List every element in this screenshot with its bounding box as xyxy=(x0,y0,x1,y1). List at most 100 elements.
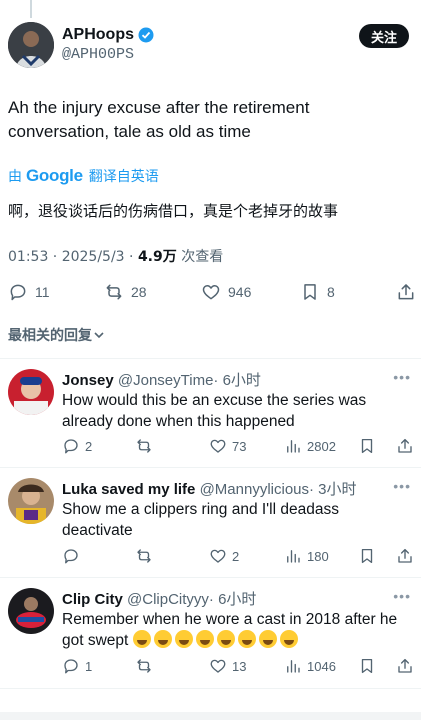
reply-button[interactable]: 1 xyxy=(62,657,92,675)
reply-count: 11 xyxy=(35,284,50,300)
reply-header: Luka saved my life @Mannyylicious· 3小时 xyxy=(62,478,357,499)
reply-text: Show me a clippers ring and I'll deadass… xyxy=(62,501,339,539)
retweet-count: 28 xyxy=(131,284,147,300)
reply-icon xyxy=(64,439,78,454)
reply-author-handle[interactable]: @Mannyylicious xyxy=(200,481,309,498)
reply-item[interactable]: Jonsey @JonseyTime· 6小时 ••• How would th… xyxy=(0,359,421,467)
reply-button[interactable] xyxy=(62,547,85,565)
reply-text: Remember when he wore a cast in 2018 aft… xyxy=(62,609,412,651)
share-icon xyxy=(398,284,414,300)
like-button[interactable]: 73 xyxy=(209,437,246,455)
share-icon xyxy=(398,658,412,673)
translated-text: 啊，退役谈话后的伤病借口，真是个老掉牙的故事 xyxy=(8,202,339,220)
like-button[interactable]: 946 xyxy=(201,282,251,302)
tweet-text: Ah the injury excuse after the retiremen… xyxy=(8,98,310,141)
reply-avatar[interactable] xyxy=(8,478,54,524)
laughing-emoji xyxy=(216,630,235,648)
reply-author-name[interactable]: Jonsey xyxy=(62,372,114,389)
more-icon[interactable]: ••• xyxy=(393,478,411,494)
google-logo: Google xyxy=(26,166,83,185)
verified-badge-icon xyxy=(138,27,154,43)
reply-header: Jonsey @JonseyTime· 6小时 xyxy=(62,369,261,390)
reply-button[interactable]: 11 xyxy=(8,282,50,302)
laughing-emoji xyxy=(195,630,214,648)
laughing-emoji xyxy=(279,630,298,648)
share-button[interactable] xyxy=(396,657,414,675)
retweet-icon xyxy=(106,284,122,300)
bookmark-button[interactable] xyxy=(358,547,376,565)
views-button[interactable]: 2802 xyxy=(284,437,336,455)
reply-item[interactable]: Clip City @ClipCityyy· 6小时 ••• Remember … xyxy=(0,578,421,688)
laughing-emoji xyxy=(153,630,172,648)
reply-button[interactable]: 2 xyxy=(62,437,92,455)
divider xyxy=(0,688,421,689)
reply-avatar[interactable] xyxy=(8,588,54,634)
reply-count: 1 xyxy=(85,658,93,674)
reply-time[interactable]: · 6小时 xyxy=(213,372,261,389)
like-button[interactable]: 2 xyxy=(209,547,239,565)
retweet-icon xyxy=(137,659,151,673)
reply-header: Clip City @ClipCityyy· 6小时 xyxy=(62,588,256,609)
reply-sort-dropdown[interactable]: 最相关的回复 xyxy=(8,325,106,345)
share-button[interactable] xyxy=(396,282,416,302)
reply-actions: 1 13 1046 xyxy=(62,657,414,677)
tweet-time[interactable]: 01:53 · 2025/5/3 · xyxy=(8,249,138,265)
reply-author-name[interactable]: Clip City xyxy=(62,591,123,608)
view-count: 180 xyxy=(307,548,329,564)
reply-icon xyxy=(10,284,26,301)
like-button[interactable]: 13 xyxy=(209,657,246,675)
share-icon xyxy=(398,438,412,453)
bookmark-button[interactable] xyxy=(358,657,376,675)
more-icon[interactable]: ••• xyxy=(393,588,411,604)
views-button[interactable]: 1046 xyxy=(284,657,336,675)
bottom-bar xyxy=(0,712,421,720)
share-button[interactable] xyxy=(396,547,414,565)
reply-time[interactable]: · 6小时 xyxy=(209,591,257,608)
view-label: 次查看 xyxy=(176,249,224,265)
translate-link[interactable]: 由 Google 翻译自英语 xyxy=(8,166,159,186)
thread-line xyxy=(30,0,32,18)
bookmark-count: 8 xyxy=(327,284,335,300)
reply-author-name[interactable]: Luka saved my life xyxy=(62,481,195,498)
laughing-emoji-row xyxy=(132,630,301,649)
reply-item[interactable]: Luka saved my life @Mannyylicious· 3小时 •… xyxy=(0,468,421,577)
like-count: 13 xyxy=(232,658,247,674)
reply-actions: 2 180 xyxy=(62,547,414,567)
heart-icon xyxy=(210,549,226,563)
analytics-icon xyxy=(287,550,300,563)
tweet-actions: 11 28 946 8 xyxy=(8,282,416,304)
views-button[interactable]: 180 xyxy=(284,547,329,565)
chevron-down-icon xyxy=(94,332,104,339)
avatar[interactable] xyxy=(8,22,54,68)
retweet-icon xyxy=(137,439,151,453)
sort-label: 最相关的回复 xyxy=(8,328,92,344)
heart-icon xyxy=(210,439,226,453)
reply-author-handle[interactable]: @ClipCityyy xyxy=(127,591,209,608)
bookmark-button[interactable] xyxy=(358,437,376,455)
bookmark-icon xyxy=(361,658,373,674)
reply-time[interactable]: · 3小时 xyxy=(309,481,357,498)
laughing-emoji xyxy=(237,630,256,648)
more-icon[interactable]: ••• xyxy=(393,369,411,385)
bookmark-button[interactable]: 8 xyxy=(300,282,335,302)
analytics-icon xyxy=(287,660,300,673)
retweet-button[interactable] xyxy=(135,437,158,455)
follow-button[interactable]: 关注 xyxy=(358,24,409,48)
retweet-button[interactable]: 28 xyxy=(104,282,147,302)
tweet-meta: 01:53 · 2025/5/3 · 4.9万 次查看 xyxy=(8,246,223,266)
retweet-button[interactable] xyxy=(135,657,158,675)
translate-label: 翻译自英语 xyxy=(88,169,159,185)
view-count: 1046 xyxy=(307,658,336,674)
laughing-emoji xyxy=(132,630,151,648)
retweet-button[interactable] xyxy=(135,547,158,565)
reply-author-handle[interactable]: @JonseyTime xyxy=(118,372,214,389)
like-count: 73 xyxy=(232,438,247,454)
analytics-icon xyxy=(287,440,300,453)
author-name[interactable]: APHoops xyxy=(62,25,134,45)
reply-avatar[interactable] xyxy=(8,369,54,415)
author-block[interactable]: APHoops @APH00PS xyxy=(62,25,154,65)
retweet-icon xyxy=(137,549,151,563)
laughing-emoji xyxy=(258,630,277,648)
reply-count: 2 xyxy=(85,438,93,454)
share-button[interactable] xyxy=(396,437,414,455)
